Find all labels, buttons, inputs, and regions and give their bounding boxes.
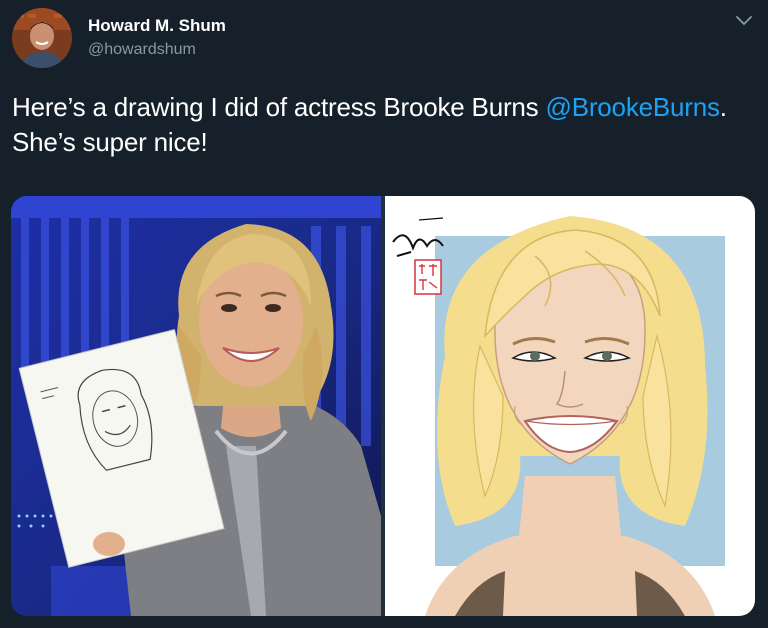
mention-link[interactable]: @BrookeBurns — [546, 92, 720, 122]
author-name[interactable]: Howard M. Shum — [88, 16, 226, 36]
tweet-text-before: Here’s a drawing I did of actress Brooke… — [12, 92, 546, 122]
tweet-media — [11, 196, 755, 616]
author-handle[interactable]: @howardshum — [88, 41, 196, 59]
avatar[interactable] — [12, 8, 72, 68]
photo-woman-holding-sketch[interactable] — [11, 196, 381, 616]
chevron-down-icon[interactable] — [734, 14, 754, 28]
tweet-text: Here’s a drawing I did of actress Brooke… — [12, 90, 752, 160]
tweet: Howard M. Shum @howardshum Here’s a draw… — [0, 0, 768, 628]
caricature-drawing[interactable] — [385, 196, 755, 616]
